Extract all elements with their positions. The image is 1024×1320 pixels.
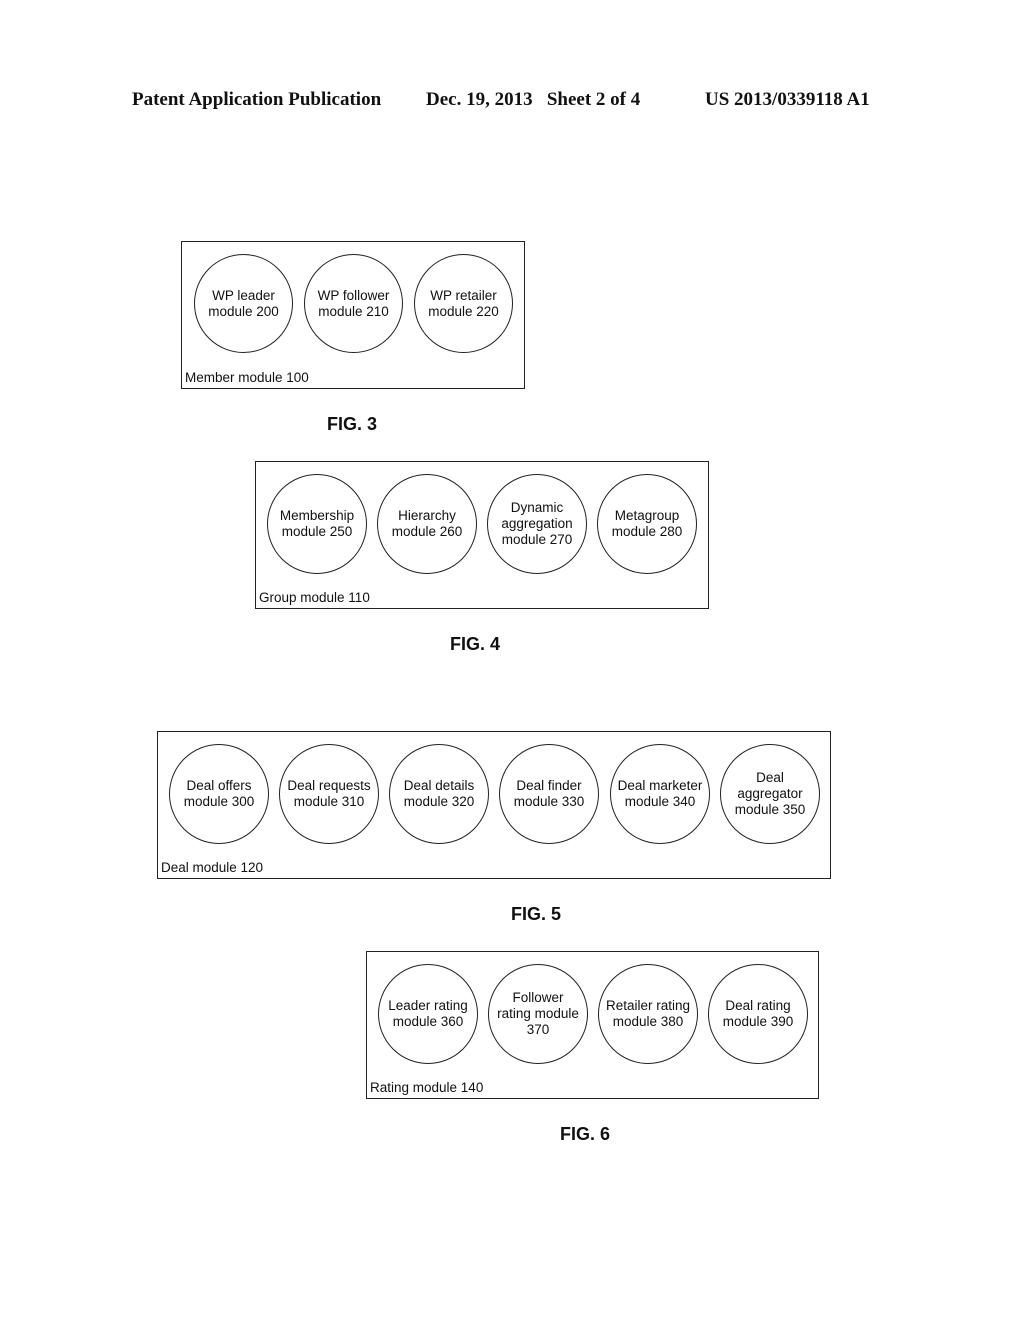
metagroup-module: Metagroup module 280 <box>597 474 697 574</box>
group-module-label: Group module 110 <box>259 590 370 605</box>
module-label-line: WP leader <box>212 287 275 303</box>
fig-4-caption: FIG. 4 <box>450 634 501 654</box>
module-label-line: WP retailer <box>430 287 497 303</box>
module-label-line: module 220 <box>428 303 499 319</box>
member-module-box: WP leader module 200 WP follower module 21… <box>181 241 525 389</box>
module-label-line: module 310 <box>293 794 365 809</box>
deal-requests-module: Deal requests module 310 <box>279 744 379 844</box>
deal-details-module: Deal details module 320 <box>389 744 489 844</box>
fig-3-caption: FIG. 3 <box>327 414 378 434</box>
module-label-line: 370 <box>526 1022 550 1037</box>
module-label-line: Deal marketer <box>617 778 703 793</box>
module-label-line: Follower <box>512 990 564 1005</box>
leader-rating-module: Leader rating module 360 <box>378 964 478 1064</box>
module-label-line: module 250 <box>281 524 353 539</box>
module-label-line: Hierarchy <box>398 508 456 523</box>
module-label-line: module 380 <box>612 1014 684 1029</box>
rating-module-label: Rating module 140 <box>370 1080 484 1095</box>
module-label-line: module 200 <box>208 303 279 319</box>
deal-offers-module: Deal offers module 300 <box>169 744 269 844</box>
module-label-line: module 340 <box>624 794 696 809</box>
wp-follower-module: WP follower module 210 <box>304 254 403 353</box>
module-label-line: aggregator <box>737 786 803 801</box>
deal-module-label: Deal module 120 <box>161 860 264 875</box>
membership-module: Membership module 250 <box>267 474 367 574</box>
deal-aggregator-module: Deal aggregator module 350 <box>720 744 820 844</box>
module-label-line: module 350 <box>734 802 806 817</box>
module-label-line: module 300 <box>183 794 255 809</box>
module-label-line: module 260 <box>391 524 463 539</box>
publication-date-sheet: Dec. 19, 2013 Sheet 2 of 4 <box>426 89 641 110</box>
module-label-line: module 360 <box>392 1014 464 1029</box>
module-label-line: Deal finder <box>516 778 582 793</box>
deal-module-box: Deal offers module 300 Deal requests modul… <box>157 731 831 879</box>
module-label-line: Deal rating <box>725 998 791 1013</box>
module-label-line: module 270 <box>501 532 573 547</box>
member-module-label: Member module 100 <box>185 370 309 385</box>
wp-leader-module: WP leader module 200 <box>194 254 293 353</box>
publication-number: US 2013/0339118 A1 <box>705 89 870 110</box>
rating-module-box: Leader rating module 360 Follower rating m… <box>366 951 819 1099</box>
module-label-line: rating module <box>497 1006 579 1021</box>
hierarchy-module: Hierarchy module 260 <box>377 474 477 574</box>
module-label-line: module 210 <box>318 303 389 319</box>
module-label-line: Deal offers <box>186 778 252 793</box>
module-label-line: module 280 <box>611 524 683 539</box>
wp-retailer-module: WP retailer module 220 <box>414 254 513 353</box>
deal-rating-module: Deal rating module 390 <box>708 964 808 1064</box>
module-label-line: Membership <box>279 508 355 523</box>
group-module-box: Membership module 250 Hierarchy module 260… <box>255 461 709 609</box>
retailer-rating-module: Retailer rating module 380 <box>598 964 698 1064</box>
fig-5-caption: FIG. 5 <box>511 904 562 924</box>
module-label-line: Retailer rating <box>605 998 691 1013</box>
module-label-line: Leader rating <box>388 998 468 1013</box>
module-label-line: Deal details <box>403 778 475 793</box>
publication-title: Patent Application Publication <box>132 89 382 110</box>
module-label-line: Metagroup <box>614 508 680 523</box>
module-label-line: aggregation <box>501 516 573 531</box>
module-label-line: Deal <box>756 770 784 785</box>
module-label-line: module 390 <box>722 1014 794 1029</box>
module-label-line: WP follower <box>317 287 390 303</box>
follower-rating-module: Follower rating module 370 <box>488 964 588 1064</box>
deal-finder-module: Deal finder module 330 <box>499 744 599 844</box>
module-label-line: Deal requests <box>287 778 371 793</box>
module-label-line: module 320 <box>403 794 475 809</box>
deal-marketer-module: Deal marketer module 340 <box>610 744 710 844</box>
dynamic-aggregation-module: Dynamic aggregation module 270 <box>487 474 587 574</box>
module-label-line: module 330 <box>513 794 585 809</box>
fig-6-caption: FIG. 6 <box>560 1124 611 1144</box>
module-label-line: Dynamic <box>510 500 564 515</box>
